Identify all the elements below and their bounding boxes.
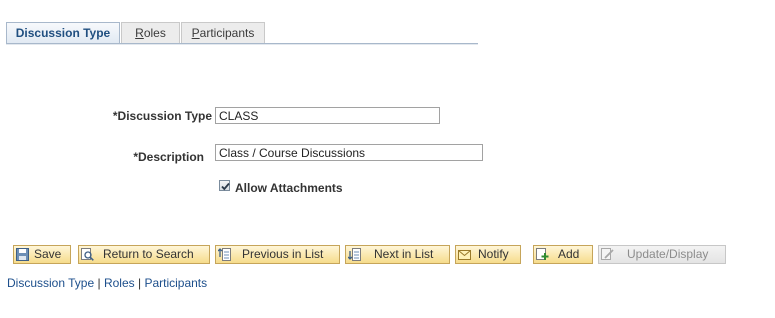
footer-link-participants[interactable]: Participants — [144, 276, 207, 290]
footer-link-roles[interactable]: Roles — [104, 276, 135, 290]
tab-discussion-type[interactable]: Discussion Type — [6, 22, 120, 45]
allow-attachments-checkbox[interactable] — [219, 180, 230, 191]
add-label: Add — [558, 247, 580, 261]
tab-discussion-type-label: Discussion Type — [15, 26, 111, 40]
next-list-icon — [348, 248, 361, 261]
update-display-icon — [601, 248, 614, 260]
footer-separator: | — [134, 276, 145, 290]
previous-in-list-button[interactable]: Previous in List — [215, 245, 340, 264]
tab-participants[interactable]: Participants — [181, 22, 265, 44]
update-display-label: Update/Display — [627, 247, 709, 261]
tab-participants-accesskey: P — [191, 26, 200, 40]
save-label: Save — [34, 247, 62, 261]
allow-attachments-label: Allow Attachments — [235, 181, 343, 195]
footer-link-discussion-type[interactable]: Discussion Type — [7, 276, 94, 290]
tab-divider-shadow — [6, 44, 478, 45]
discussion-type-field[interactable] — [215, 107, 440, 124]
save-icon — [16, 248, 29, 261]
save-button[interactable]: Save — [13, 245, 71, 264]
footer-links: Discussion Type | Roles | Participants — [7, 276, 207, 290]
next-in-list-button[interactable]: Next in List — [345, 245, 450, 264]
return-to-search-button[interactable]: Return to Search — [78, 245, 210, 264]
search-icon — [81, 248, 94, 261]
tab-participants-label: articipants — [199, 26, 255, 40]
next-in-list-label: Next in List — [374, 247, 434, 261]
return-to-search-label: Return to Search — [103, 247, 194, 261]
tab-roles-accesskey: R — [135, 26, 144, 40]
notify-icon — [458, 250, 471, 260]
checkmark-icon — [221, 182, 230, 191]
add-icon — [536, 248, 549, 260]
notify-label: Notify — [478, 247, 509, 261]
discussion-type-label: *Discussion Type — [112, 109, 212, 123]
previous-in-list-label: Previous in List — [242, 247, 324, 261]
tab-roles-label: oles — [143, 26, 166, 40]
notify-button[interactable]: Notify — [455, 245, 521, 264]
description-field[interactable] — [215, 144, 483, 161]
tab-roles[interactable]: Roles — [121, 22, 180, 44]
previous-list-icon — [218, 248, 231, 261]
add-button[interactable]: Add — [533, 245, 593, 264]
footer-separator: | — [94, 276, 104, 290]
update-display-button[interactable]: Update/Display — [598, 245, 726, 264]
description-label: *Description — [133, 150, 204, 164]
